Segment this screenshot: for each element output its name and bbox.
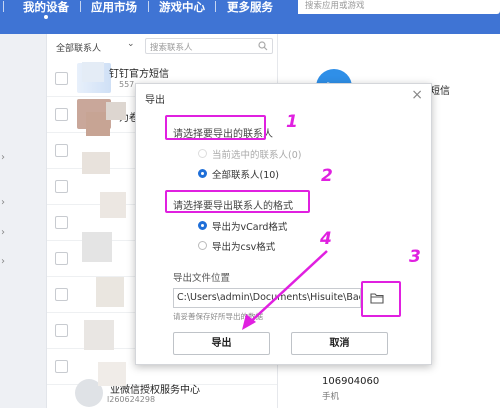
annotation-arrow-icon (242, 250, 328, 330)
